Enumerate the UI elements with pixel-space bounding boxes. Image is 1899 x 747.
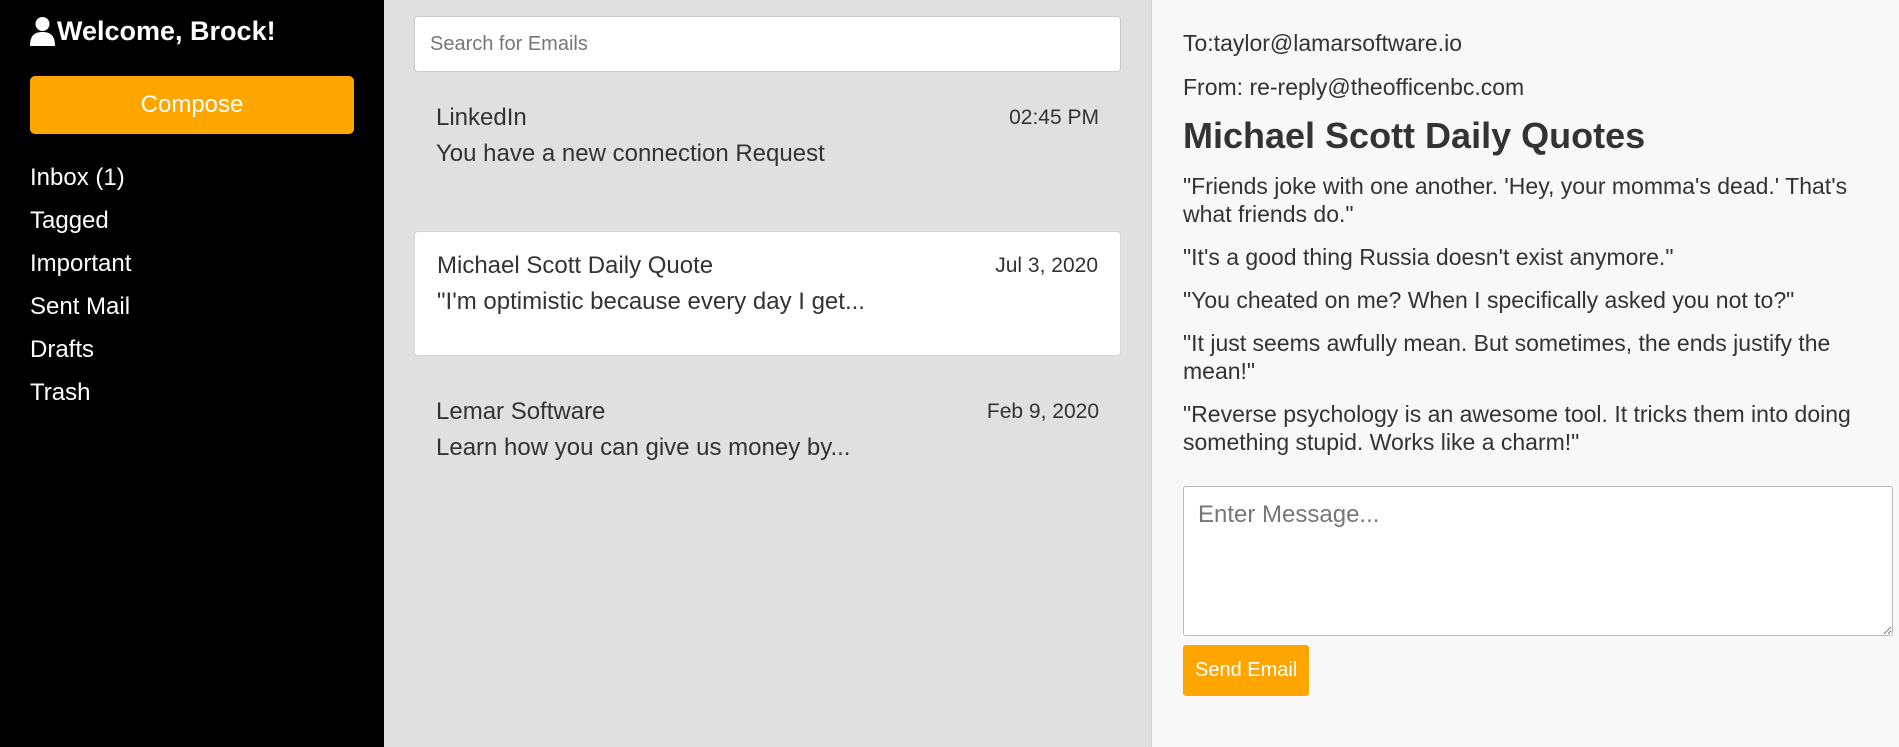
email-preview: "I'm optimistic because every day I get.… [437,288,865,315]
nav-item-inbox[interactable]: Inbox (1) [30,163,354,206]
email-body-paragraph: "Friends joke with one another. 'Hey, yo… [1183,173,1848,227]
nav-item-important[interactable]: Important [30,249,354,292]
email-preview: Learn how you can give us money by... [436,434,851,461]
email-list-item[interactable]: Lemar Software Feb 9, 2020 Learn how you… [414,378,1121,503]
email-date: Feb 9, 2020 [986,400,1099,423]
email-sender: Michael Scott Daily Quote [437,252,714,279]
nav-item-sent-mail[interactable]: Sent Mail [30,292,354,335]
email-body-paragraph: "It just seems awfully mean. But sometim… [1183,330,1831,384]
sidebar: Welcome, Brock! Compose Inbox (1) Tagged… [0,0,384,747]
user-icon [30,16,55,46]
email-preview: You have a new connection Request [436,140,825,167]
email-date: 02:45 PM [1009,106,1099,129]
email-body-paragraph: "You cheated on me? When I specifically … [1183,287,1795,313]
compose-button[interactable]: Compose [30,76,354,134]
mail-app: Welcome, Brock! Compose Inbox (1) Tagged… [0,0,1899,747]
email-header-row: LinkedIn 02:45 PM [436,103,1099,133]
welcome-header: Welcome, Brock! [30,14,354,48]
email-subject: Michael Scott Daily Quotes [1183,115,1646,156]
folder-nav: Inbox (1) Tagged Important Sent Mail Dra… [30,163,354,421]
email-to-line: To:taylor@lamarsoftware.io [1183,30,1462,56]
email-reading-pane: To:taylor@lamarsoftware.io From: re-repl… [1152,0,1899,747]
email-body-paragraph: "It's a good thing Russia doesn't exist … [1183,244,1674,270]
email-list-item-selected[interactable]: Michael Scott Daily Quote Jul 3, 2020 "I… [414,231,1121,356]
nav-item-trash[interactable]: Trash [30,378,354,421]
email-sender: Lemar Software [436,398,606,425]
nav-item-tagged[interactable]: Tagged [30,206,354,249]
reply-message-input[interactable] [1183,486,1893,636]
email-header-row: Lemar Software Feb 9, 2020 [436,397,1099,427]
nav-item-drafts[interactable]: Drafts [30,335,354,378]
email-body: "Friends joke with one another. 'Hey, yo… [1183,172,1893,456]
welcome-text: Welcome, Brock! [57,15,276,46]
search-input[interactable] [414,16,1121,72]
email-list-item[interactable]: LinkedIn 02:45 PM You have a new connect… [414,84,1121,209]
email-header-row: Michael Scott Daily Quote Jul 3, 2020 [437,251,1098,281]
send-email-button[interactable]: Send Email [1183,645,1310,696]
email-sender: LinkedIn [436,104,527,131]
email-from-line: From: re-reply@theofficenbc.com [1183,74,1525,100]
email-list: LinkedIn 02:45 PM You have a new connect… [414,84,1121,503]
email-date: Jul 3, 2020 [995,254,1098,277]
email-list-pane: LinkedIn 02:45 PM You have a new connect… [384,0,1152,747]
email-body-paragraph: "Reverse psychology is an awesome tool. … [1183,401,1851,455]
